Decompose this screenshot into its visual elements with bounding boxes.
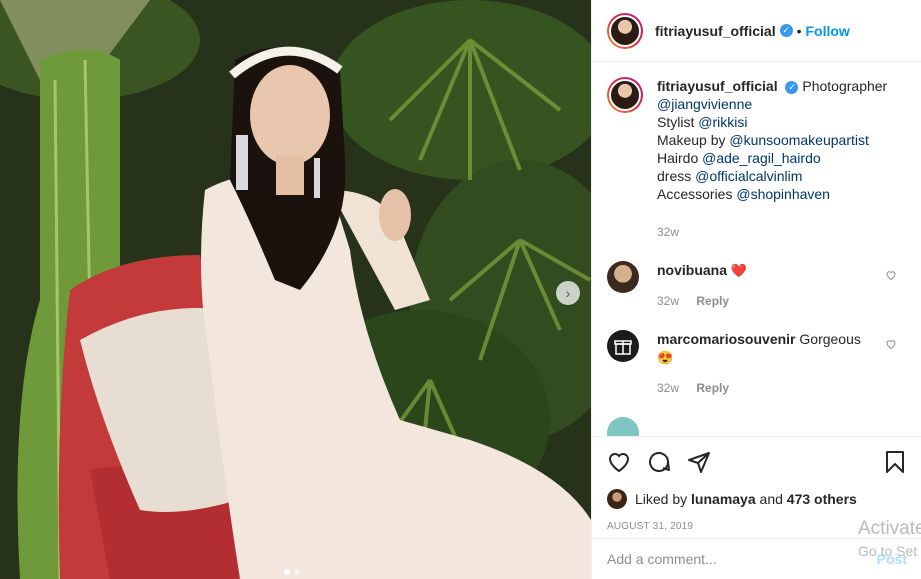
caption-label: Accessories (657, 186, 733, 202)
caption-mention[interactable]: @rikkisi (698, 114, 747, 130)
caption-label: Makeup by (657, 132, 726, 148)
caption-mention[interactable]: @kunsoomakeupartist (729, 132, 869, 148)
carousel-dot-active (284, 569, 290, 575)
post-header: fitriayusuf_official ✓ • Follow (592, 0, 921, 62)
liker-username[interactable]: lunamaya (691, 491, 756, 507)
caption-mention[interactable]: @jiangvivienne (657, 96, 752, 112)
carousel-dot (294, 569, 300, 575)
next-photo-button[interactable]: › (556, 281, 580, 305)
reply-button[interactable]: Reply (696, 381, 729, 395)
comment-row: novibuana ❤️ 32w Reply (607, 261, 907, 310)
separator: • (796, 22, 802, 39)
liker-avatar[interactable] (607, 489, 627, 509)
caption-mention[interactable]: @officialcalvinlim (695, 168, 802, 184)
likes-connector: and (759, 491, 783, 507)
heart-eyes-emoji: 😍 (657, 350, 674, 365)
comment-row: marcomariosouvenir Gorgeous 😍 32w Reply (607, 330, 907, 397)
likes-summary: Liked by lunamaya and 473 others (607, 489, 907, 509)
photo-illustration (0, 0, 591, 579)
verified-badge-icon: ✓ (779, 24, 793, 37)
caption-username[interactable]: fitriayusuf_official (657, 78, 778, 94)
comment-input[interactable] (607, 551, 877, 567)
comment-avatar[interactable] (607, 330, 639, 362)
verified-badge-icon: ✓ (785, 80, 799, 94)
author-username[interactable]: fitriayusuf_official (655, 23, 776, 39)
caption-time[interactable]: 32w (657, 223, 887, 241)
comment-username[interactable]: novibuana (657, 262, 727, 278)
comment-avatar[interactable] (607, 261, 639, 293)
add-comment-bar: Post (592, 538, 921, 579)
caption-mention[interactable]: @ade_ragil_hairdo (702, 150, 821, 166)
comment-avatar[interactable] (607, 417, 639, 436)
comment-row-partial (607, 417, 907, 436)
gift-icon (614, 340, 632, 355)
reply-button[interactable]: Reply (696, 294, 729, 308)
likes-prefix: Liked by (635, 491, 688, 507)
share-paper-plane-icon[interactable] (687, 450, 711, 474)
author-avatar[interactable] (607, 12, 643, 49)
comment-text: Gorgeous (799, 331, 861, 347)
caption-label: Photographer (802, 78, 888, 94)
comments-list[interactable]: fitriayusuf_official ✓ Photographer @jia… (592, 63, 921, 436)
comment-bubble-icon[interactable] (647, 450, 671, 474)
carousel-indicator (284, 569, 300, 575)
caption-label: Hairdo (657, 150, 699, 166)
post-sidebar: fitriayusuf_official ✓ • Follow fitriayu… (591, 0, 921, 579)
like-comment-heart-icon[interactable] (885, 269, 897, 281)
caption-label: dress (657, 168, 692, 184)
save-bookmark-icon[interactable] (883, 450, 907, 474)
caption-mention[interactable]: @shopinhaven (736, 186, 830, 202)
caption-avatar[interactable] (607, 77, 643, 113)
post-date[interactable]: AUGUST 31, 2019 (607, 521, 907, 532)
follow-button[interactable]: Follow (806, 23, 850, 39)
caption: fitriayusuf_official ✓ Photographer @jia… (607, 77, 907, 241)
post-comment-button[interactable]: Post (877, 551, 907, 567)
heart-emoji: ❤️ (730, 263, 748, 278)
likes-count[interactable]: 473 others (787, 491, 857, 507)
comment-username[interactable]: marcomariosouvenir (657, 331, 796, 347)
comment-time[interactable]: 32w (657, 381, 679, 395)
chevron-right-icon: › (565, 285, 571, 301)
caption-label: Stylist (657, 114, 695, 130)
like-heart-icon[interactable] (607, 450, 631, 474)
like-comment-heart-icon[interactable] (885, 338, 897, 350)
post-photo[interactable]: › (0, 0, 591, 579)
comment-time[interactable]: 32w (657, 294, 679, 308)
